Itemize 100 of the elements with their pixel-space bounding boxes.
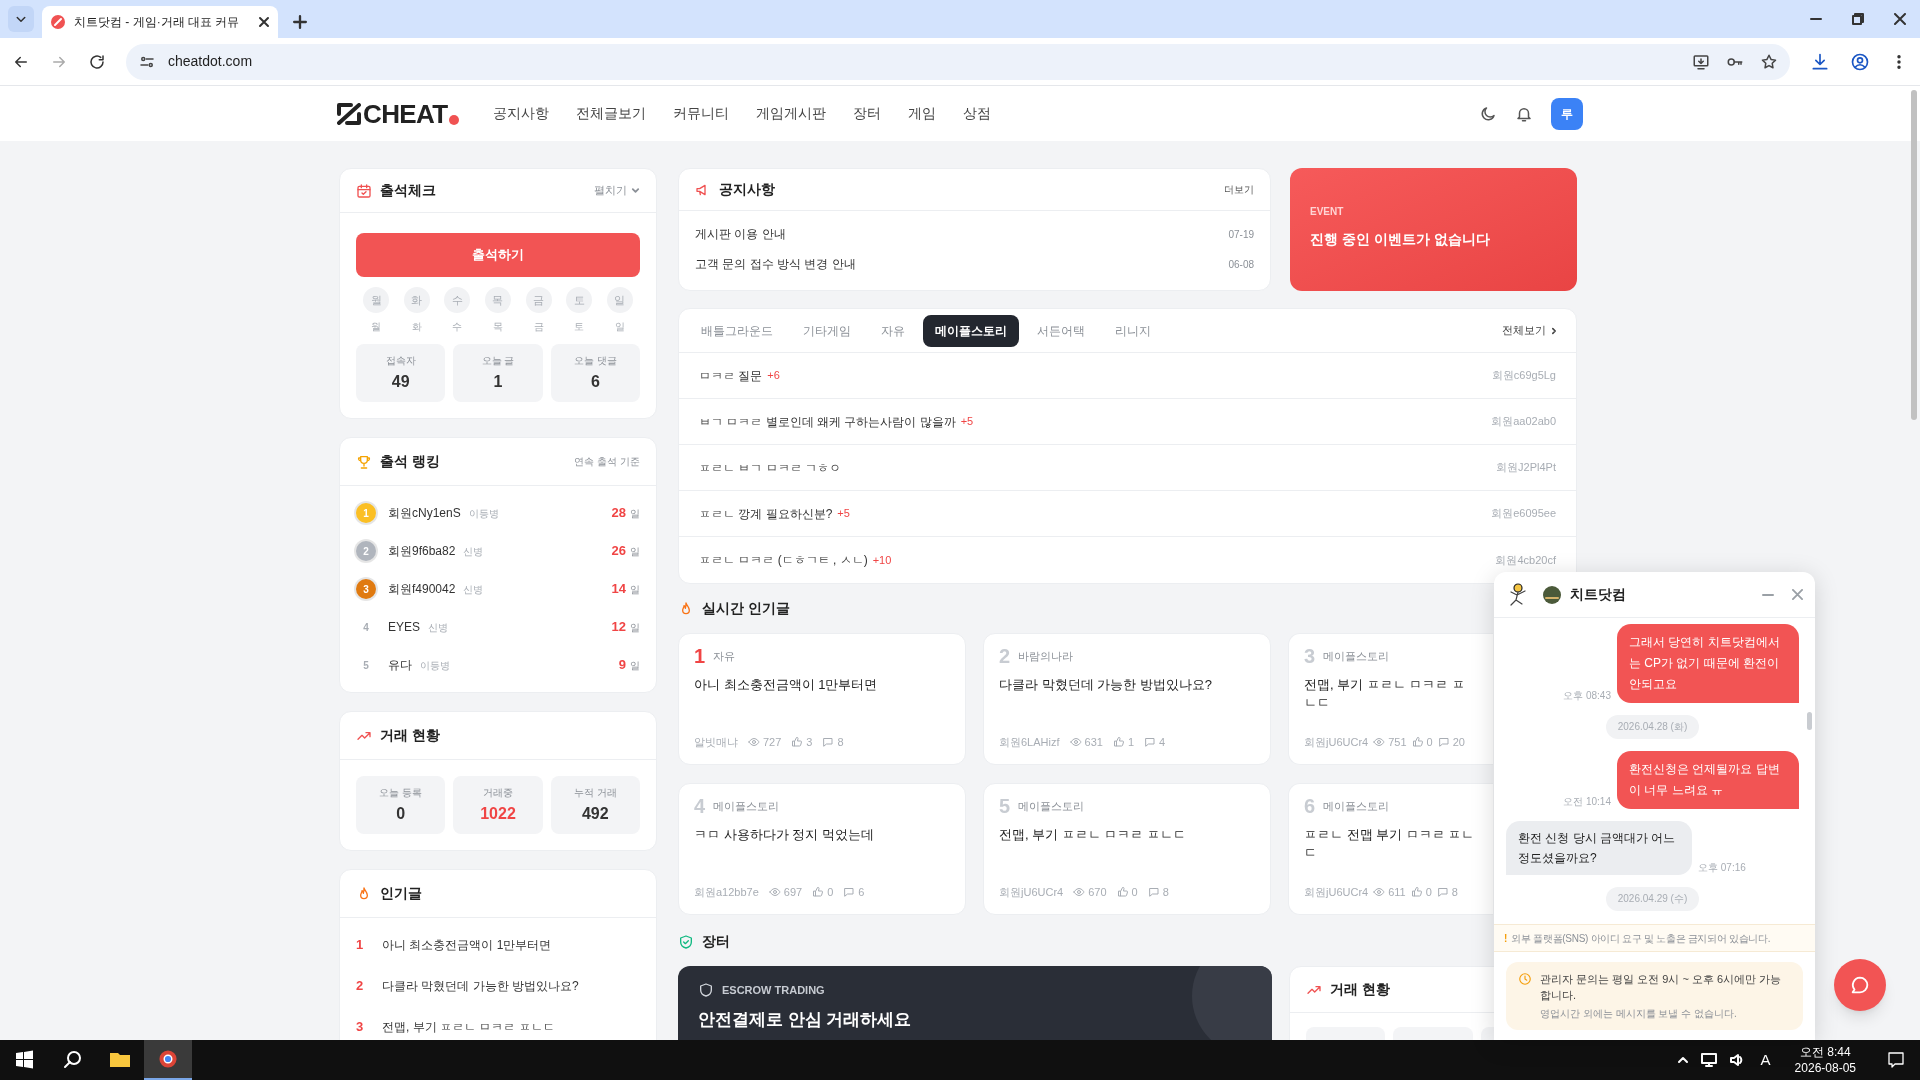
post-link[interactable]: ㅁㅋㄹ 질문 — [699, 366, 763, 385]
board-tab[interactable]: 메이플스토리 — [923, 314, 1019, 347]
more-link[interactable]: 더보기 — [1224, 182, 1254, 197]
nav-link[interactable]: 게임 — [908, 103, 936, 124]
post-link[interactable]: 다클라 막혔던데 가능한 방법있나요? — [382, 976, 579, 995]
chat-bubble-icon — [1849, 974, 1871, 996]
comment-count: 4 — [1159, 734, 1166, 750]
post-link[interactable]: ㅍㄹㄴ 깡계 필요하신분? — [699, 504, 833, 523]
notice-link[interactable]: 게시판 이용 안내 — [695, 225, 786, 243]
day-label: 화 — [411, 320, 422, 334]
dark-mode-moon-icon[interactable] — [1479, 104, 1497, 123]
browser-tab[interactable]: 치트닷컴 - 게임·거래 대표 커뮤 — [42, 6, 278, 38]
day-label: 금 — [533, 320, 544, 334]
stat-label: 오늘 글 — [481, 353, 515, 368]
rank-number: 2 — [356, 976, 364, 995]
card-title: 출석 랭킹 — [380, 452, 440, 471]
rank-number: 4 — [362, 620, 370, 635]
view-count: 727 — [763, 734, 782, 750]
tab-title: 치트닷컴 - 게임·거래 대표 커뮤 — [74, 14, 241, 31]
like-count: 0 — [1425, 884, 1432, 900]
rank-number: 5 — [362, 658, 370, 673]
days-unit: 일 — [630, 507, 640, 522]
comment-count: +10 — [872, 552, 892, 568]
post-link[interactable]: 전맵, 부기 ㅍㄹㄴ ㅁㅋㄹ ㅍㄴㄷ — [382, 1017, 555, 1036]
scrollbar-thumb[interactable] — [1807, 712, 1812, 730]
install-icon[interactable] — [1692, 52, 1710, 71]
chevron-up-icon[interactable] — [1676, 1054, 1689, 1066]
post-link[interactable]: ㅂㄱ ㅁㅋㄹ 별로인데 왜케 구하는사람이 많을까 — [699, 412, 956, 431]
card-title: 거래 현황 — [380, 726, 440, 745]
rank-number: 2 — [356, 541, 376, 561]
tab-list-icon[interactable] — [8, 6, 34, 32]
close-icon[interactable] — [258, 16, 270, 28]
thumbs-up-icon — [812, 885, 825, 898]
stat-label: 접속자 — [385, 353, 416, 368]
eye-icon — [768, 885, 781, 898]
comment-count: 8 — [1451, 884, 1458, 900]
site-logo[interactable]: CHEAT — [363, 100, 448, 127]
stat-label: 누적 거래 — [573, 785, 617, 800]
bookmark-star-icon[interactable] — [1760, 52, 1778, 71]
post-link[interactable]: ㅍㄹㄴ ㅁㅋㄹ (ㄷㅎㄱㅌ , ㅅㄴ) — [699, 551, 868, 569]
streak-days: 28 — [611, 503, 626, 523]
card-title: 거래 현황 — [1330, 980, 1390, 999]
user-avatar[interactable]: 루 — [1551, 97, 1583, 130]
chevron-down-icon[interactable] — [631, 186, 640, 195]
received-message: 환전 신청 당시 금액대가 어느정도셨을까요? — [1506, 821, 1692, 875]
rank-number: 3 — [356, 1017, 364, 1036]
eye-icon — [748, 735, 760, 748]
logo-mark-icon — [337, 102, 361, 125]
nav-link[interactable]: 장터 — [853, 103, 881, 124]
clock-icon — [1518, 972, 1532, 986]
restore-icon[interactable] — [1852, 13, 1864, 25]
address-bar[interactable]: cheatdot.com — [126, 43, 1790, 80]
profile-icon[interactable] — [1850, 51, 1870, 72]
escrow-banner[interactable]: ESCROW TRADING 안전결제로 안심 거래하세요 — [678, 966, 1272, 1040]
eye-icon — [1373, 735, 1386, 748]
taskbar-clock[interactable]: 오전 8:44 2026-08-05 — [1786, 1044, 1864, 1076]
nav-link[interactable]: 게임게시판 — [756, 103, 826, 124]
post-link[interactable]: ㅍㄹㄴ ㅂㄱ ㅁㅋㄹ ㄱㅎㅇ — [699, 458, 841, 477]
section-title: 실시간 인기글 — [702, 599, 790, 618]
comment-count: +5 — [960, 414, 974, 430]
nav-link[interactable]: 전체글보기 — [576, 103, 646, 124]
chevron-right-icon[interactable] — [1550, 326, 1558, 335]
view-count: 631 — [1084, 734, 1103, 750]
nav-link[interactable]: 상점 — [963, 103, 991, 124]
post-title: 전맵, 부기 ㅍㄹㄴ ㅁㅋㄹ ㅍㄴㄷ — [999, 826, 1188, 844]
notice-text: 관리자 문의는 평일 오전 9시 ~ 오후 6시에만 가능합니다. — [1540, 972, 1783, 1003]
nav-link[interactable]: 공지사항 — [493, 103, 549, 124]
download-icon[interactable] — [1810, 51, 1830, 72]
notice-link[interactable]: 고객 문의 접수 방식 변경 안내 — [695, 255, 856, 273]
comment-icon — [822, 735, 835, 748]
comment-icon — [1437, 735, 1450, 748]
day-label: 토 — [574, 320, 585, 334]
category-label: 바람의나라 — [1018, 648, 1074, 664]
member-grade: 신병 — [463, 582, 484, 597]
speaker-icon[interactable] — [1728, 1052, 1745, 1068]
post-card[interactable]: 1 자유 아니 최소충전금액이 1만부터면 알빗매냐 727 3 8 — [678, 633, 966, 765]
scrollbar-thumb[interactable] — [1911, 90, 1917, 420]
author-name: 회원jU6UCr4 — [1304, 734, 1369, 750]
sent-message: 그래서 당연히 치트닷컴에서는 CP가 없기 때문에 환전이 안되고요 — [1617, 624, 1799, 703]
member-name: 회원9f6ba82 — [388, 543, 456, 560]
author-name: 회원4cb20cf — [1495, 552, 1556, 568]
reload-icon[interactable] — [88, 52, 106, 71]
author-name: 회원6LAHizf — [999, 734, 1060, 750]
nav-link[interactable]: 커뮤니티 — [673, 103, 729, 124]
stat-value: 6 — [590, 371, 600, 392]
post-title: 전맵, 부기 ㅍㄹㄴ ㅁㅋㄹ ㅍㄴㄷ — [1304, 676, 1467, 712]
stat-value: 492 — [581, 803, 609, 824]
message-time: 오후 07:16 — [1698, 861, 1746, 875]
card-title: 인기글 — [380, 884, 422, 903]
network-icon[interactable] — [1700, 1052, 1717, 1068]
eye-icon — [1073, 885, 1086, 898]
post-link[interactable]: 아니 최소충전금액이 1만부터면 — [382, 935, 552, 954]
rank-number: 1 — [356, 503, 376, 523]
view-all-link[interactable]: 전체보기 — [1502, 322, 1546, 339]
event-message: 진행 중인 이벤트가 없습니다 — [1310, 230, 1491, 249]
event-banner[interactable]: EVENT 진행 중인 이벤트가 없습니다 — [1290, 168, 1577, 291]
ime-indicator[interactable]: A — [1756, 1048, 1775, 1072]
member-grade: 이등병 — [468, 506, 499, 521]
site-logo-icon — [50, 14, 66, 30]
close-icon[interactable] — [1894, 13, 1906, 25]
